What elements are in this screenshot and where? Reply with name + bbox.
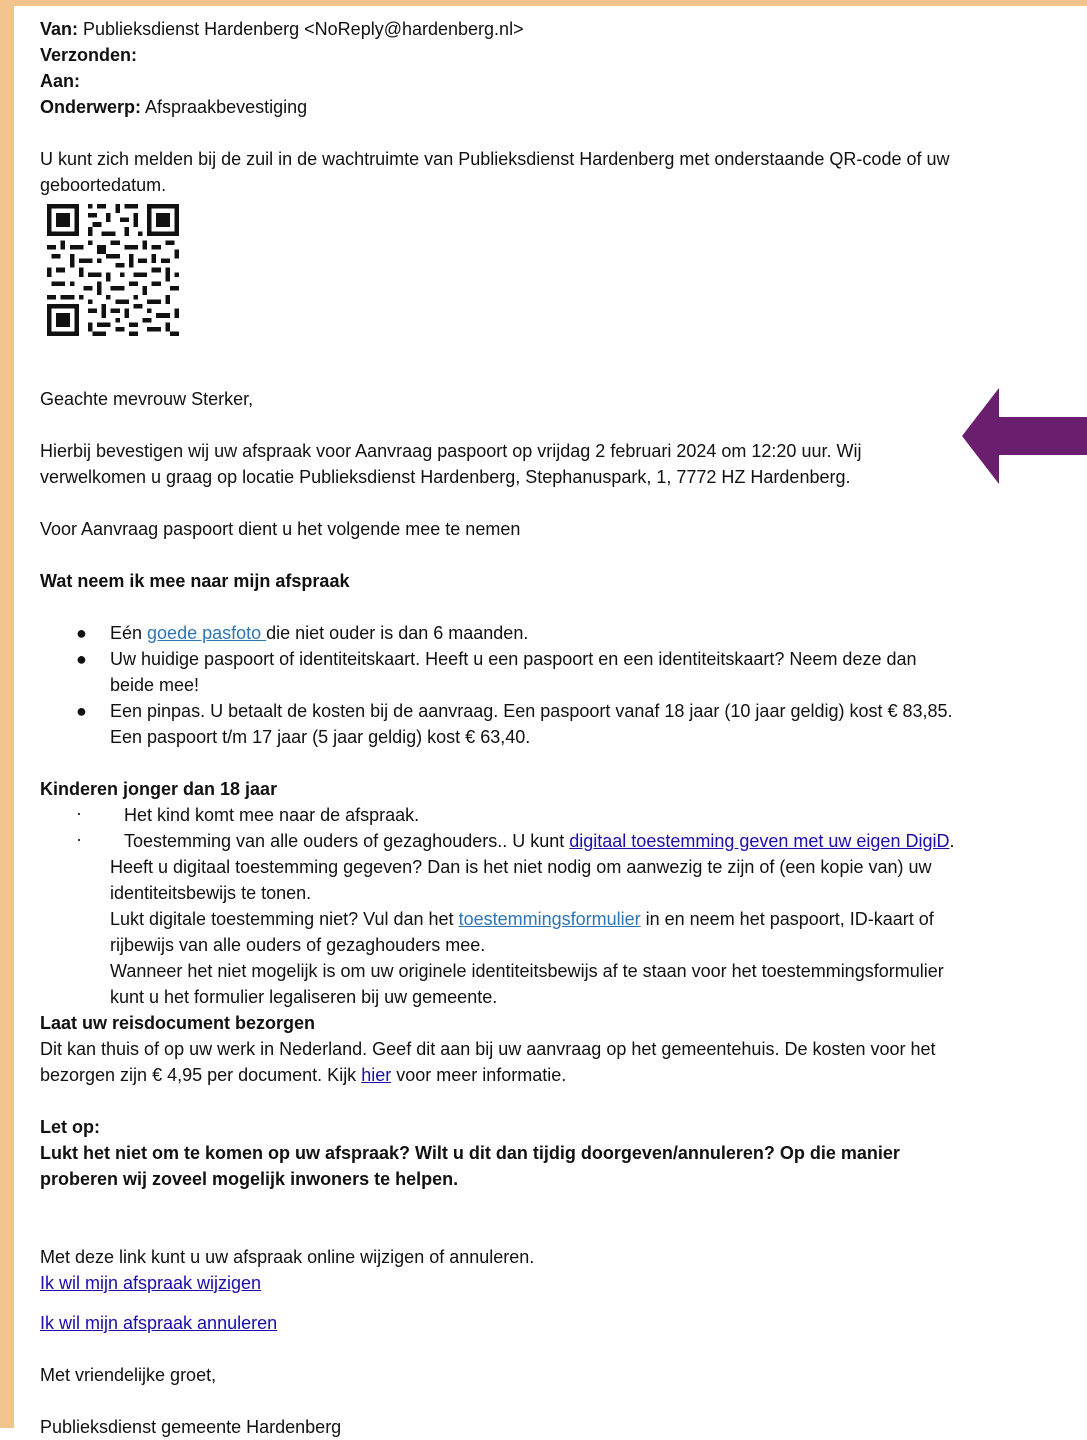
from-value: Publieksdienst Hardenberg <NoReply@harde… bbox=[83, 19, 524, 39]
sent-label: Verzonden: bbox=[40, 45, 138, 65]
pasfoto-link[interactable]: goede pasfoto bbox=[147, 623, 266, 643]
change-appointment-link[interactable]: Ik wil mijn afspraak wijzigen bbox=[40, 1273, 261, 1293]
subject-value: Afspraakbevestiging bbox=[145, 97, 308, 117]
confirmation-text: Hierbij bevestigen wij uw afspraak voor … bbox=[40, 441, 862, 487]
bring-list: ● Eén goede pasfoto die niet ouder is dan… bbox=[40, 620, 960, 750]
bullet-dot: ● bbox=[76, 701, 87, 721]
kids-heading: Kinderen jonger dan 18 jaar bbox=[40, 779, 278, 799]
to-label: Aan: bbox=[40, 71, 80, 91]
list-item: ● Een pinpas. U betaalt de kosten bij de … bbox=[40, 698, 960, 750]
consent-form-link[interactable]: toestemmingsformulier bbox=[459, 909, 641, 929]
signature: Publieksdienst gemeente Hardenberg bbox=[40, 1417, 342, 1437]
qr-code-icon bbox=[47, 204, 179, 336]
links-intro: Met deze link kunt u uw afspraak online … bbox=[40, 1247, 535, 1267]
bring-intro: Voor Aanvraag paspoort dient u het volge… bbox=[40, 519, 521, 539]
delivery-text: Dit kan thuis of op uw werk in Nederland… bbox=[40, 1039, 936, 1085]
list-item: · Het kind komt mee naar de afspraak. bbox=[40, 802, 960, 828]
bullet-dot: ● bbox=[76, 649, 87, 669]
bullet-dot: · bbox=[76, 803, 82, 823]
arrow-left-icon bbox=[962, 388, 1087, 484]
subject-line: Onderwerp: Afspraakbevestiging bbox=[40, 97, 308, 117]
digid-consent-link[interactable]: digitaal toestemming geven met uw eigen … bbox=[569, 831, 949, 851]
more-info-link[interactable]: hier bbox=[361, 1065, 391, 1085]
list-item: ● Uw huidige paspoort of identiteitskaart… bbox=[40, 646, 960, 698]
bring-heading: Wat neem ik mee naar mijn afspraak bbox=[40, 571, 350, 591]
bullet-dot: · bbox=[76, 829, 82, 849]
bullet-dot: ● bbox=[76, 623, 87, 643]
intro-text: U kunt zich melden bij de zuil in de wac… bbox=[40, 149, 950, 195]
cancel-appointment-link[interactable]: Ik wil mijn afspraak annuleren bbox=[40, 1313, 277, 1333]
notice-heading: Let op: bbox=[40, 1117, 100, 1137]
page-border-top bbox=[0, 0, 1087, 6]
closing: Met vriendelijke groet, bbox=[40, 1365, 217, 1385]
from-line: Van: Publieksdienst Hardenberg <NoReply@… bbox=[40, 19, 524, 39]
list-item: ● Eén goede pasfoto die niet ouder is dan… bbox=[40, 620, 960, 646]
page-border-left bbox=[0, 0, 14, 1428]
kids-list: · Het kind komt mee naar de afspraak. · To… bbox=[40, 802, 960, 1010]
list-item: · Toestemming van alle ouders of gezaghou… bbox=[40, 828, 960, 1010]
notice-text: Lukt het niet om te komen op uw afspraak… bbox=[40, 1143, 900, 1189]
greeting: Geachte mevrouw Sterker, bbox=[40, 389, 254, 409]
delivery-heading: Laat uw reisdocument bezorgen bbox=[40, 1013, 316, 1033]
